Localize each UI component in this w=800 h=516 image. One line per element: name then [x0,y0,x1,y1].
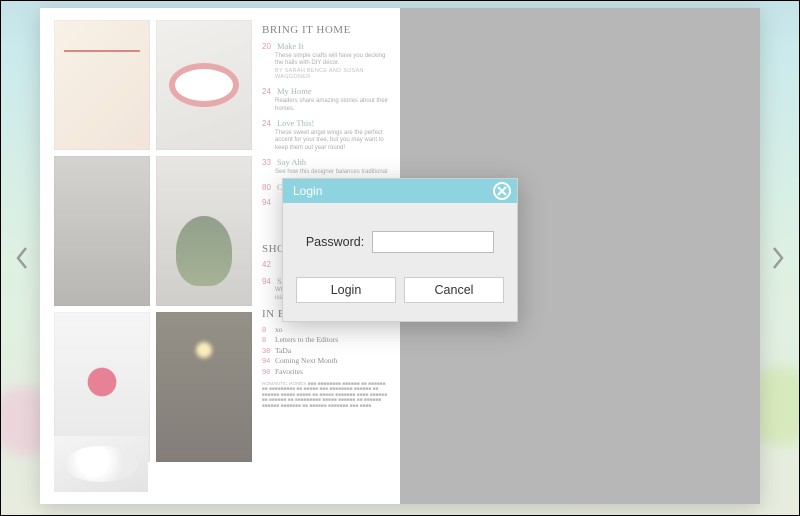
entry-page-number: 8 [262,335,275,344]
entry-title: Coming Next Month [275,356,338,365]
entry-desc: Readers share amazing stories about thei… [262,98,392,113]
contents-entry: 33 Say Ahh See how this designer balance… [262,157,392,176]
contents-entry: 8xo [262,325,392,334]
contents-entry: 24 Love This! These sweet angel wings ar… [262,118,392,152]
thumbnail-image [156,312,252,462]
contents-entry: 24 My Home Readers share amazing stories… [262,86,392,113]
entry-page-number: 20 [262,42,275,52]
entry-title: xo [275,325,283,334]
entry-page-number: 42 [262,260,275,270]
entry-byline: BY SARAH BENCE AND SUSAN WAGGONER [262,68,392,82]
thumbnail-image [54,20,150,150]
contents-entry: 98Favorites [262,367,392,376]
entry-page-number: 38 [262,346,275,355]
login-button[interactable]: Login [296,277,396,303]
modal-header: Login [283,179,517,203]
thumbnail-image [156,156,252,306]
entry-title: TaDa [275,346,291,355]
thumbnail-image [54,436,148,492]
thumbnail-image [156,20,252,150]
next-page-button[interactable] [766,238,790,278]
prev-page-button[interactable] [10,238,34,278]
entry-title: My Home [277,86,312,96]
button-row: Login Cancel [293,277,507,313]
entry-page-number: 24 [262,119,275,129]
entry-desc: These sweet angel wings are the perfect … [262,130,392,153]
photo-column-1 [54,20,150,492]
entry-page-number: 94 [262,356,275,365]
contents-entry: 38TaDa [262,346,392,355]
cancel-button[interactable]: Cancel [404,277,504,303]
entry-title: Make It [277,41,304,51]
close-icon [497,186,507,196]
close-button[interactable] [493,182,511,200]
entry-desc: These simple crafts will have you deckin… [262,53,392,68]
contents-entry: 8Letters to the Editors [262,335,392,344]
entry-title: Say Ahh [277,157,306,167]
chevron-left-icon [15,246,29,270]
entry-page-number: 24 [262,87,275,97]
entry-page-number: 80 [262,183,275,193]
section-heading: BRING IT HOME [262,24,392,38]
password-label: Password: [306,235,364,249]
photo-column-2 [156,20,252,492]
entry-page-number: 94 [262,277,275,287]
chevron-right-icon [771,246,785,270]
contents-entry: 94Coming Next Month [262,356,392,365]
masthead-fineprint: ROMANTIC HOMES ■■■ ■■■■■■■■ ■■■■■■ ■■ ■■… [262,382,392,410]
entry-title: Letters to the Editors [275,335,338,344]
entry-page-number: 98 [262,367,275,376]
entry-page-number: 8 [262,325,275,334]
password-input[interactable] [372,231,494,253]
contents-entry: 20 Make It These simple crafts will have… [262,41,392,82]
entry-page-number: 94 [262,198,275,208]
entry-title: Love This! [277,118,314,128]
entry-title: Favorites [275,367,303,376]
entry-page-number: 33 [262,158,275,168]
entry-desc: See how this designer balances tradition… [262,169,392,177]
password-row: Password: [293,231,507,253]
modal-body: Password: Login Cancel [283,203,517,321]
thumbnail-image [54,156,150,306]
modal-title: Login [293,184,322,198]
login-modal: Login Password: Login Cancel [282,178,518,322]
